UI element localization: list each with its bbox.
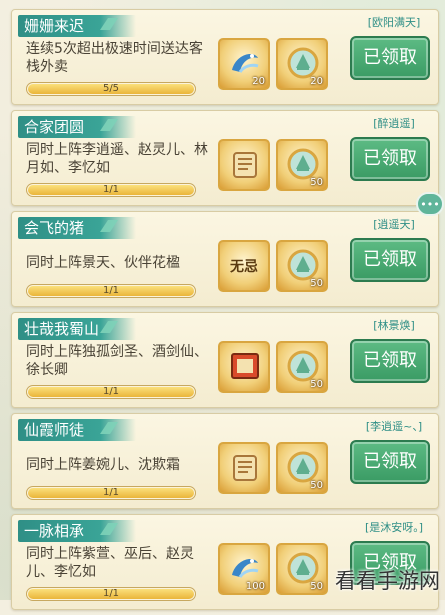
first-achiever-name: [是沐安呀。] [364,521,424,534]
item-count: 50 [310,278,323,289]
reward-item[interactable]: 100 [218,543,270,595]
progress-text: 1/1 [102,487,120,498]
leaf-icon [100,422,118,434]
leaf-icon [100,523,118,535]
reward-item[interactable] [218,341,270,393]
first-achiever-name: [醉逍遥] [373,117,415,130]
watermark: 看看手游网 [335,569,440,593]
progress-text: 1/1 [102,386,120,397]
progress-text: 1/1 [102,184,120,195]
progress-text: 1/1 [102,588,120,599]
reward-item-token[interactable]: 50 [276,139,328,191]
leaf-icon [100,119,118,131]
first-achiever-name: [李逍遥~、] [365,420,423,433]
achievement-title: 一脉相承 [24,522,85,540]
achievement-card: 仙霞师徒同时上阵姜婉儿、沈欺霜 1/1 50 [李逍遥~、] 已领取 [11,413,439,509]
progress-bar: 5/5 [26,82,196,96]
achievement-title: 壮哉我蜀山 [24,320,100,338]
item-count: 100 [245,581,265,592]
first-achiever-name: [逍遥天] [373,218,415,231]
progress-bar: 1/1 [26,385,196,399]
progress-text: 1/1 [102,285,120,296]
first-achiever-name: [林景焕] [373,319,415,332]
achievement-title: 姗姗来迟 [24,17,85,35]
reward-item-token[interactable]: 20 [276,38,328,90]
claimed-button[interactable]: 已领取 [350,137,430,181]
scroll-icon [233,455,257,481]
reward-item[interactable] [218,442,270,494]
item-count: 50 [310,480,323,491]
reward-item-token[interactable]: 50 [276,442,328,494]
achievement-title: 会飞的猪 [24,219,85,237]
achievement-description: 同时上阵李逍遥、赵灵儿、林月如、李忆如 [26,142,208,176]
progress-bar: 1/1 [26,284,196,298]
achievement-list: 姗姗来迟 连续5次超出极速时间送达客栈外卖 5/5 20 20 [欧阳满天] 已领取 合家团圆… [11,9,439,615]
reward-item[interactable]: 无忌 [218,240,270,292]
leaf-icon [100,18,118,30]
achievement-description: 同时上阵独孤剑圣、酒剑仙、徐长卿 [26,344,208,378]
progress-text: 5/5 [102,83,120,94]
achievement-title: 仙霞师徒 [24,421,85,439]
achievement-card: 合家团圆同时上阵李逍遥、赵灵儿、林月如、李忆如 1/1 50 [醉逍遥] 已领取 [11,110,439,206]
claimed-button[interactable]: 已领取 [350,440,430,484]
achievement-description: 同时上阵景天、伙伴花楹 [26,255,180,271]
progress-bar: 1/1 [26,183,196,197]
achievement-title: 合家团圆 [24,118,85,136]
achievement-card: 会飞的猪同时上阵景天、伙伴花楹 1/1 无忌 50 [逍遥天] 已领取 [11,211,439,307]
achievement-description: 同时上阵姜婉儿、沈欺霜 [26,457,180,473]
achievement-description: 连续5次超出极速时间送达客栈外卖 [26,41,203,75]
wuji-icon: 无忌 [230,259,258,275]
reward-item[interactable]: 20 [218,38,270,90]
progress-bar: 1/1 [26,486,196,500]
claimed-button[interactable]: 已领取 [350,36,430,80]
reward-item-token[interactable]: 50 [276,240,328,292]
scroll-icon [233,152,257,178]
achievement-card: 壮哉我蜀山同时上阵独孤剑圣、酒剑仙、徐长卿 1/1 50 [林景焕] 已领取 [11,312,439,408]
chat-icon[interactable]: ••• [416,192,444,216]
reward-item-token[interactable]: 50 [276,341,328,393]
item-count: 50 [310,379,323,390]
leaf-icon [100,220,118,232]
achievement-description: 同时上阵紫萱、巫后、赵灵儿、李忆如 [26,546,194,580]
first-achiever-name: [欧阳满天] [367,16,421,29]
claimed-button[interactable]: 已领取 [350,339,430,383]
achievement-card: 姗姗来迟连续5次超出极速时间送达客栈外卖 5/5 20 20 [欧阳满天] 已领取 [11,9,439,105]
claimed-button[interactable]: 已领取 [350,238,430,282]
item-count: 50 [310,177,323,188]
progress-bar: 1/1 [26,587,196,601]
book-icon [231,353,259,379]
reward-item[interactable] [218,139,270,191]
item-count: 20 [310,76,323,87]
leaf-icon [100,321,118,333]
item-count: 20 [252,76,265,87]
